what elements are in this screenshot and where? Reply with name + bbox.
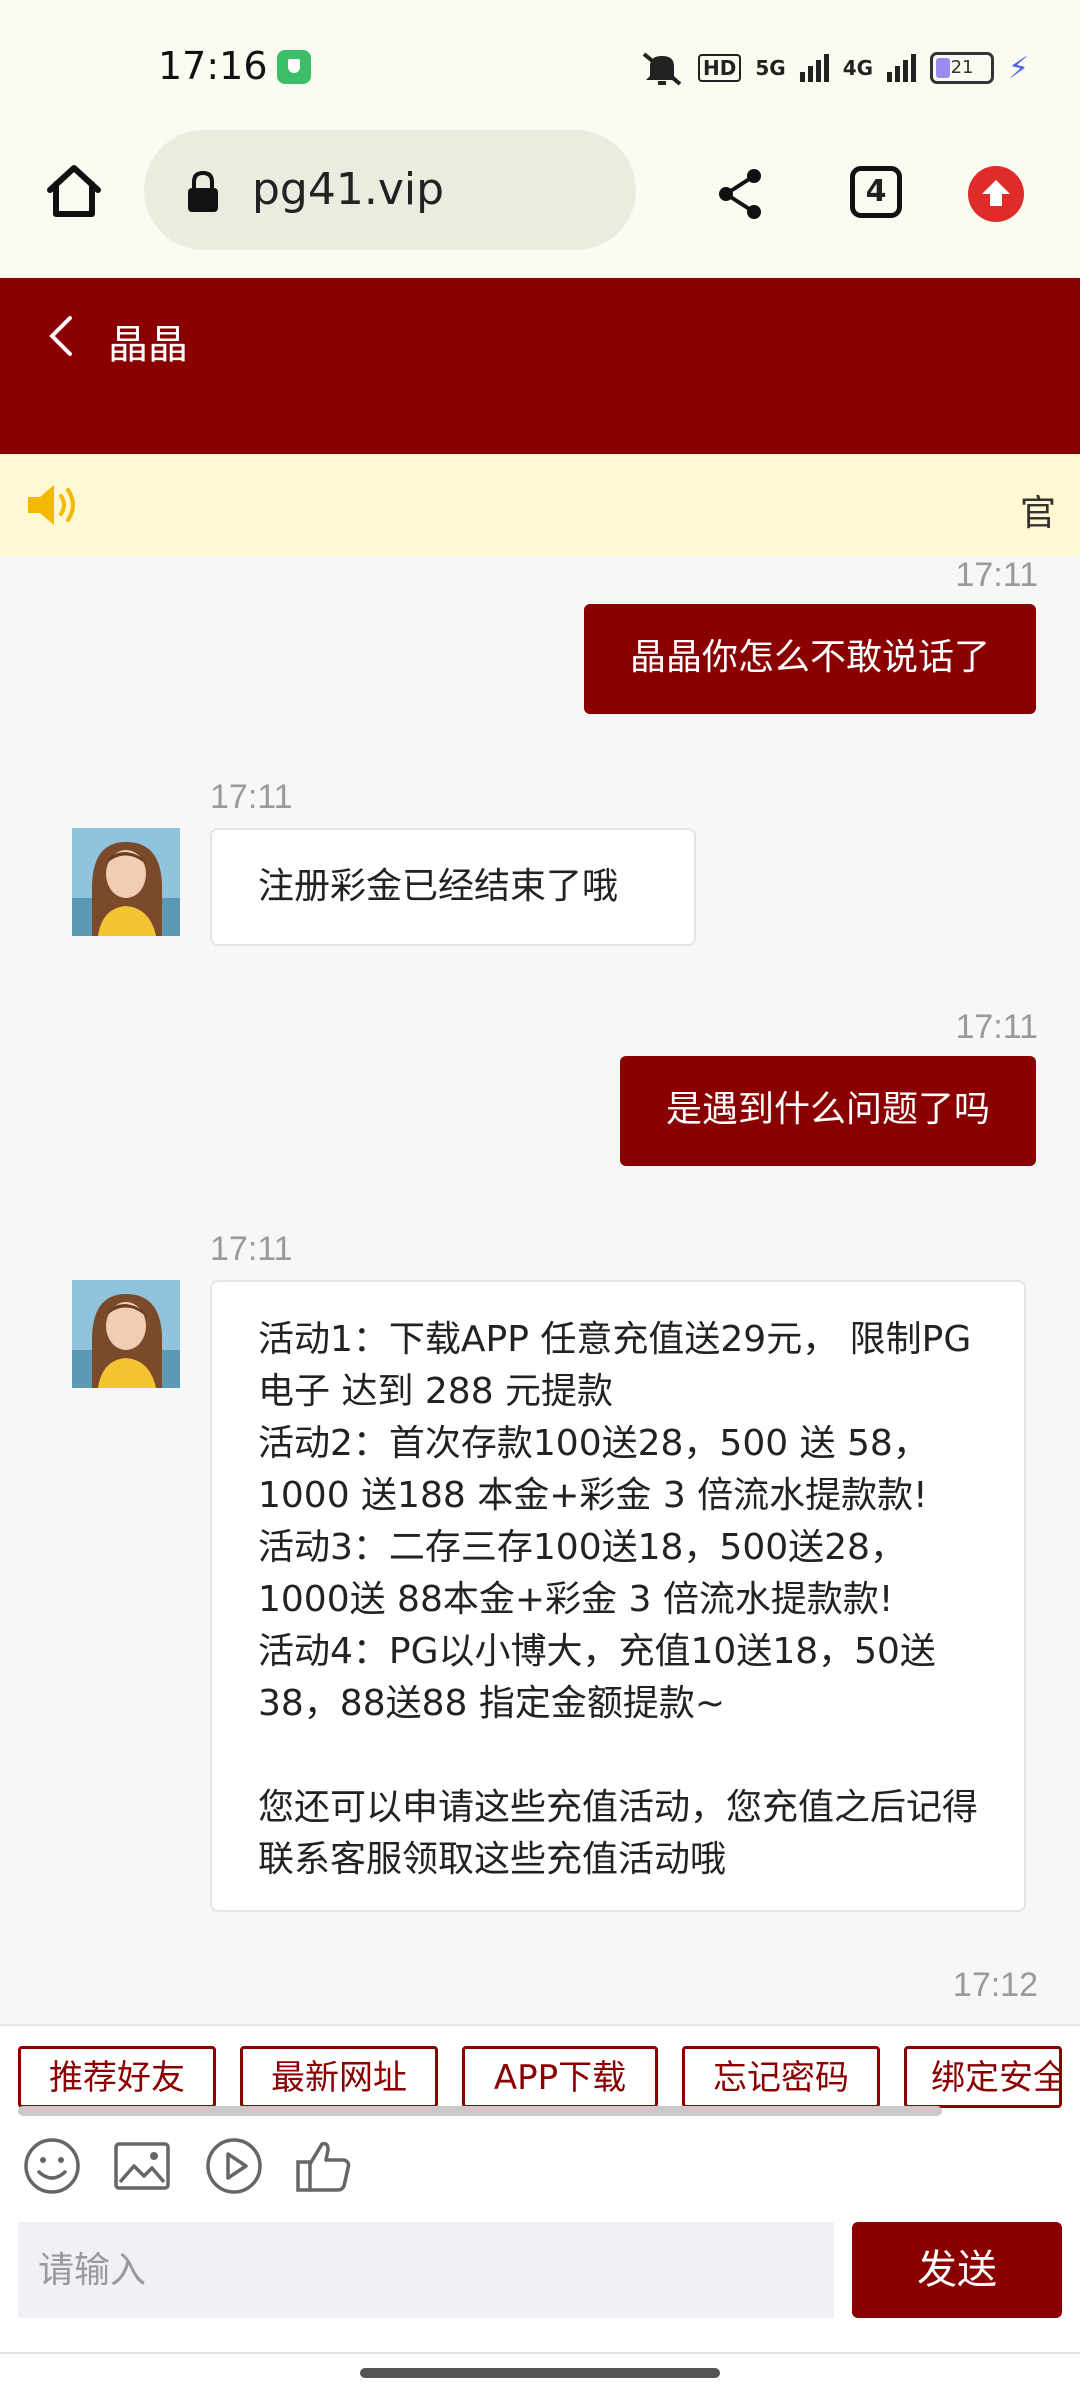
message-time: 17:11 xyxy=(955,1008,1038,1046)
hd-indicator: HD xyxy=(698,54,742,82)
thumbs-up-icon[interactable] xyxy=(294,2136,354,2196)
quick-button-latest-url[interactable]: 最新网址 xyxy=(240,2046,438,2108)
video-icon[interactable] xyxy=(204,2136,264,2196)
avatar[interactable] xyxy=(72,1280,180,1388)
quick-button-recommend-friend[interactable]: 推荐好友 xyxy=(18,2046,216,2108)
charging-icon: ⚡ xyxy=(1008,50,1030,86)
message-bubble-incoming[interactable]: 活动1：下载APP 任意充值送29元， 限制PG电子 达到 288 元提款 活动… xyxy=(210,1280,1026,1912)
message-time: 17:11 xyxy=(210,778,293,816)
home-icon[interactable] xyxy=(44,160,104,220)
message-time: 17:11 xyxy=(955,556,1038,594)
message-list[interactable]: 17:11 晶晶你怎么不敢说话了 17:11 注册彩金已经结束了哦 17:11 … xyxy=(0,556,1080,2024)
tabs-button[interactable]: 4 xyxy=(850,166,902,218)
url-text: pg41.vip xyxy=(252,164,445,215)
avatar[interactable] xyxy=(72,828,180,936)
status-bar: 17:16 HD 5G 4G 21 ⚡ xyxy=(0,0,1080,130)
message-time: 17:12 xyxy=(952,1966,1038,2004)
divider xyxy=(0,2352,1080,2354)
back-icon[interactable] xyxy=(46,314,76,358)
message-bubble-outgoing[interactable]: 是遇到什么问题了吗 xyxy=(619,1056,1036,1166)
chat-header: 晶晶 xyxy=(0,278,1080,454)
image-icon[interactable] xyxy=(112,2136,172,2196)
net-5g-label: 5G xyxy=(755,56,786,80)
status-time: 17:16 xyxy=(158,44,268,88)
mute-icon xyxy=(642,52,682,86)
emoji-icon[interactable] xyxy=(22,2136,82,2196)
message-time: 17:11 xyxy=(210,1230,293,1268)
quick-button-app-download[interactable]: APP下载 xyxy=(462,2046,658,2108)
quick-bar-scrollbar[interactable] xyxy=(18,2106,942,2116)
status-indicators: HD 5G 4G 21 ⚡ xyxy=(640,48,1029,88)
security-app-icon xyxy=(277,50,311,84)
signal-5g-icon xyxy=(799,54,829,82)
lock-icon xyxy=(188,170,218,212)
address-bar[interactable]: pg41.vip xyxy=(144,130,636,250)
message-input[interactable] xyxy=(18,2222,834,2318)
notice-bar: 官 xyxy=(0,454,1080,556)
gesture-bar[interactable] xyxy=(360,2368,720,2378)
quick-button-bind-security[interactable]: 绑定安全 xyxy=(904,2046,1062,2108)
signal-4g-icon xyxy=(887,54,917,82)
quick-button-forgot-password[interactable]: 忘记密码 xyxy=(682,2046,880,2108)
quick-reply-bar: 推荐好友 最新网址 APP下载 忘记密码 绑定安全 xyxy=(0,2024,1080,2116)
battery-icon: 21 xyxy=(930,52,995,84)
browser-toolbar: pg41.vip 4 xyxy=(0,130,1080,280)
composer: 发送 xyxy=(0,2116,1080,2400)
speaker-icon xyxy=(28,485,75,525)
message-bubble-incoming[interactable]: 注册彩金已经结束了哦 xyxy=(210,828,696,946)
chat-title: 晶晶 xyxy=(108,322,188,368)
message-bubble-outgoing[interactable]: 晶晶你怎么不敢说话了 xyxy=(583,604,1036,714)
notice-text: 官 xyxy=(1020,493,1057,534)
upload-icon[interactable] xyxy=(968,166,1024,222)
send-button[interactable]: 发送 xyxy=(852,2222,1062,2318)
share-icon[interactable] xyxy=(714,166,766,222)
net-4g-label: 4G xyxy=(842,56,874,80)
battery-level: 21 xyxy=(950,57,974,78)
